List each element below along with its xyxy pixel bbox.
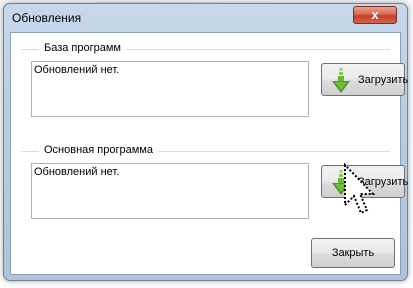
updates-dialog: Обновления x База программ Обновлений не… [3, 3, 408, 281]
dialog-content: База программ Обновлений нет. Загрузить … [10, 32, 408, 275]
title-bar[interactable]: Обновления x [4, 4, 407, 32]
group-title: База программ [39, 42, 126, 54]
download-button[interactable]: Загрузить [321, 63, 409, 96]
group-main-program: Основная программа Обновлений нет. Загру… [21, 143, 408, 243]
download-button-label: Загрузить [358, 74, 409, 86]
mouse-pointer-icon [344, 163, 376, 215]
group-program-base: База программ Обновлений нет. Загрузить [21, 41, 408, 141]
green-download-arrow-icon [332, 68, 350, 93]
status-textbox[interactable]: Обновлений нет. [31, 61, 309, 117]
group-title: Основная программа [39, 144, 158, 156]
window-title: Обновления [12, 11, 82, 25]
close-button[interactable]: Закрыть [311, 238, 395, 268]
window-close-button[interactable]: x [353, 6, 397, 24]
status-textbox[interactable]: Обновлений нет. [31, 163, 309, 219]
